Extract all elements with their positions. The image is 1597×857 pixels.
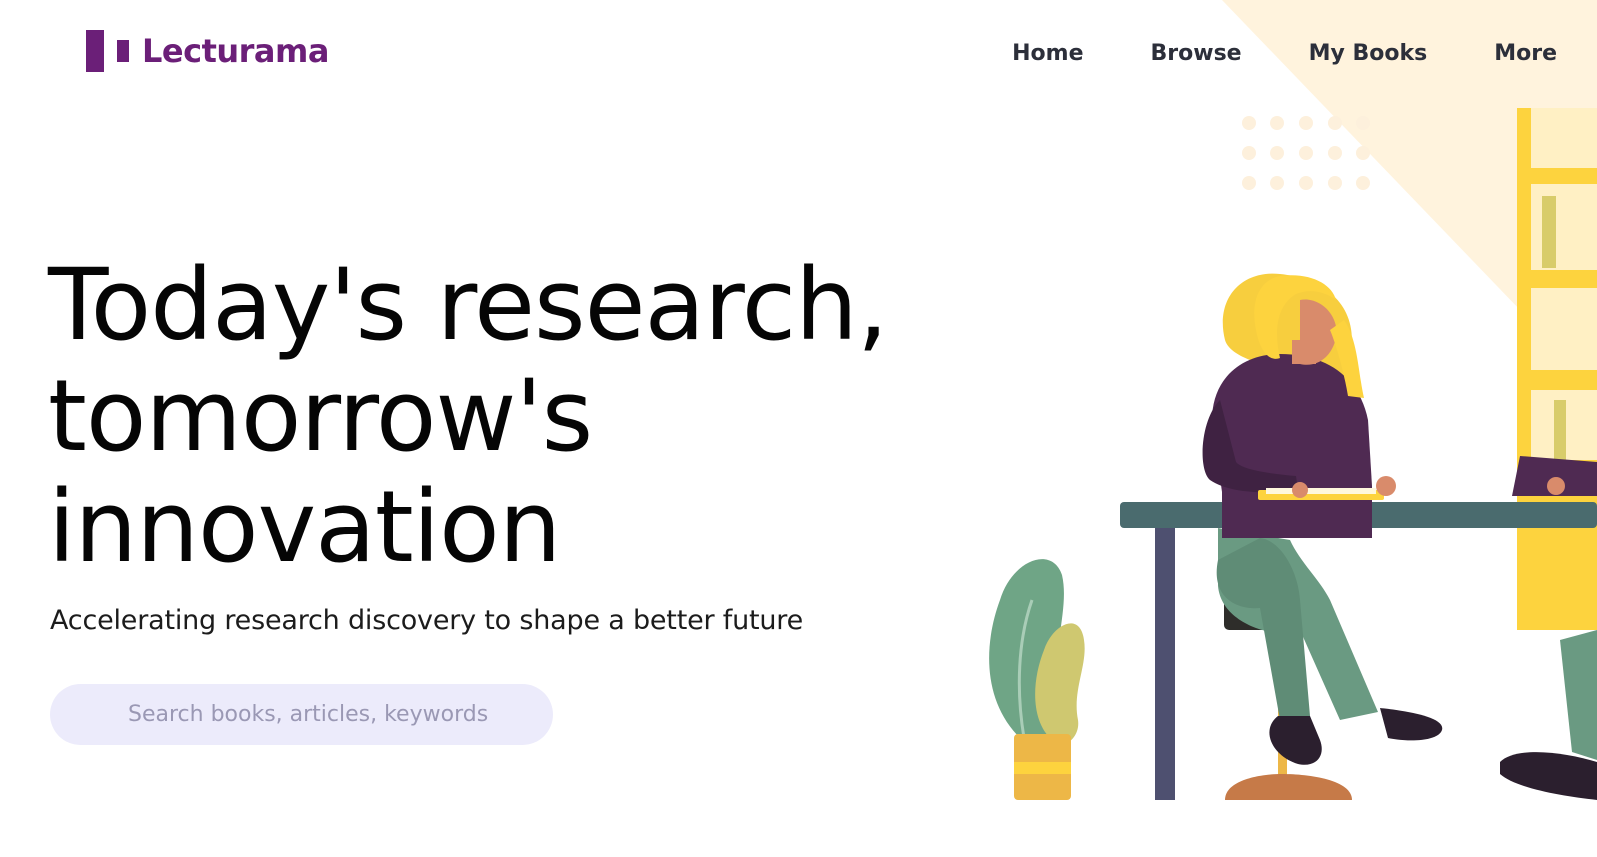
nav-browse-link[interactable]: Browse <box>1151 34 1242 74</box>
brand-name: Lecturama <box>142 32 329 70</box>
main-nav: Home Browse My Books More <box>1012 34 1557 74</box>
bookshelf-shape <box>1517 108 1597 630</box>
hero-headline: Today's research, tomorrow's innovation <box>48 250 948 583</box>
headline-line: tomorrow's <box>48 359 593 474</box>
logo-bar <box>117 40 129 62</box>
hero-subtitle: Accelerating research discovery to shape… <box>50 605 804 636</box>
woman-reading-at-desk-illustration <box>989 0 1597 800</box>
plant-shape <box>989 559 1085 800</box>
logo-mark-icon <box>86 28 130 74</box>
brand-logo[interactable]: Lecturama <box>86 28 329 74</box>
nav-my-books-link[interactable]: My Books <box>1309 34 1428 74</box>
logo-bar <box>86 30 104 72</box>
nav-home-link[interactable]: Home <box>1012 34 1083 74</box>
search-bar <box>50 684 553 745</box>
search-input[interactable] <box>50 684 553 745</box>
headline-line: innovation <box>48 470 561 585</box>
nav-more-link[interactable]: More <box>1494 34 1557 74</box>
headline-line: Today's research, <box>48 248 888 363</box>
